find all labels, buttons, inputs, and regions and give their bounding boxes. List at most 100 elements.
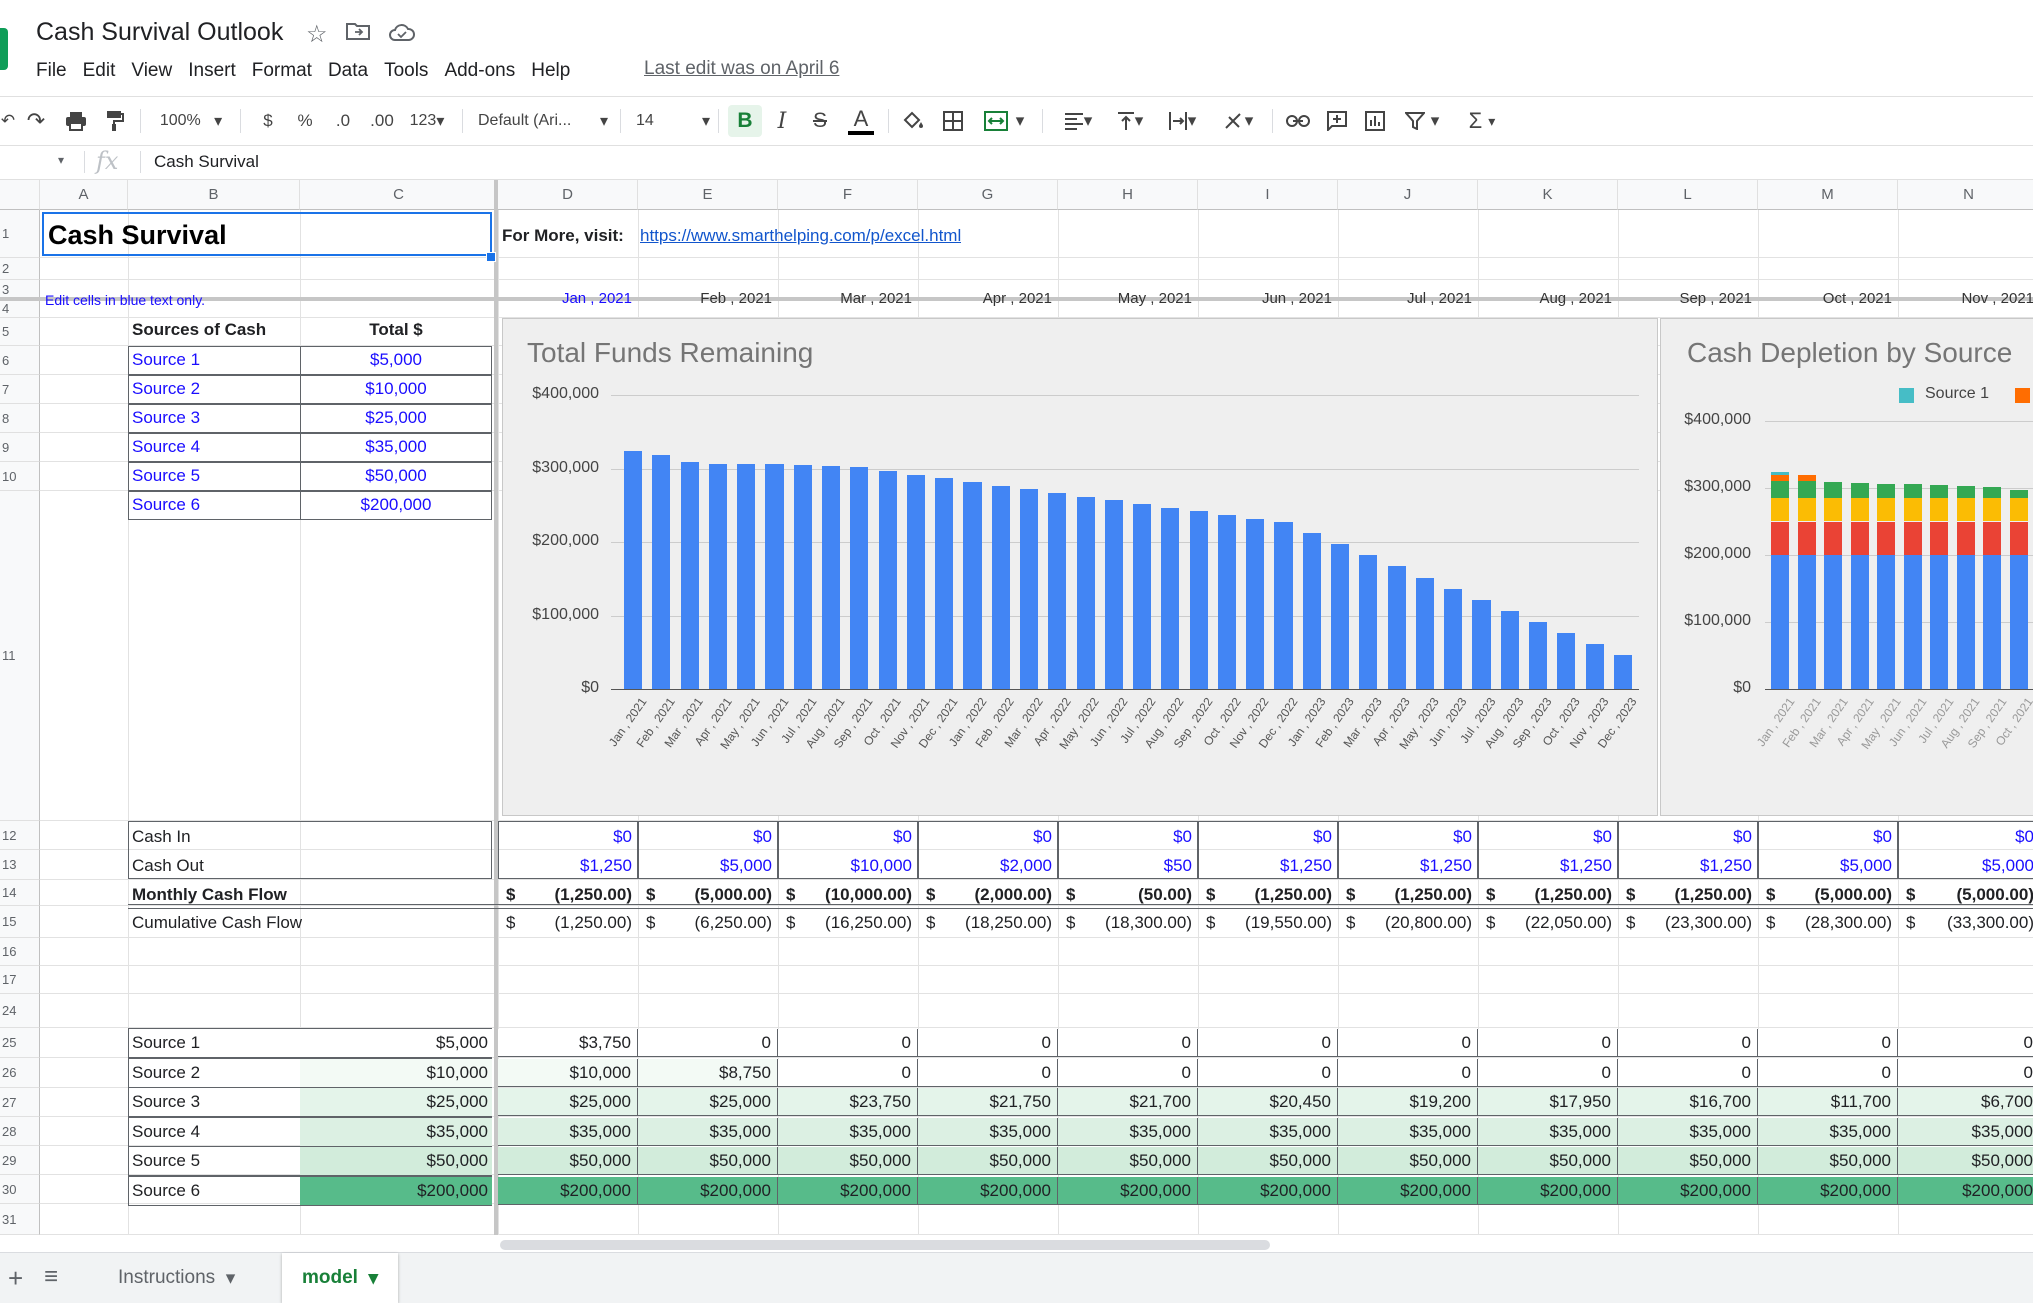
source-total-input[interactable]: $25,000 (300, 408, 492, 428)
select-all-corner[interactable] (0, 180, 40, 210)
merge-cells-icon[interactable]: ▾ (978, 105, 1030, 137)
cash-out-input[interactable]: $10,000 (778, 856, 912, 876)
sheet-tab-model[interactable]: model ▾ (282, 1253, 399, 1303)
last-edit-link[interactable]: Last edit was on April 6 (644, 58, 839, 80)
decrease-decimal-button[interactable]: .0 (330, 105, 356, 137)
row-header-14[interactable]: 14 (0, 880, 40, 906)
row-header-12[interactable]: 12 (0, 821, 40, 850)
column-header-k[interactable]: K (1478, 180, 1618, 210)
source-name-input[interactable]: Source 1 (132, 350, 200, 370)
total-funds-chart[interactable]: Total Funds Remaining $0 $100,000 $200,000 $… (502, 318, 1658, 816)
all-sheets-icon[interactable]: ≡ (44, 1263, 58, 1291)
cash-out-input[interactable]: $5,000 (1898, 856, 2033, 876)
text-rotation-icon[interactable]: ▾ (1214, 105, 1262, 137)
cash-in-input[interactable]: $0 (1478, 827, 1612, 847)
cloud-saved-icon[interactable] (388, 22, 416, 42)
row-header-30[interactable]: 30 (0, 1175, 40, 1204)
column-header-i[interactable]: I (1198, 180, 1338, 210)
cash-in-input[interactable]: $0 (1198, 827, 1332, 847)
cash-in-input[interactable]: $0 (1058, 827, 1192, 847)
cash-out-input[interactable]: $1,250 (1338, 856, 1472, 876)
column-header-n[interactable]: N (1898, 180, 2033, 210)
menu-insert[interactable]: Insert (180, 58, 244, 84)
insert-link-icon[interactable] (1284, 105, 1312, 137)
cash-out-input[interactable]: $1,250 (1478, 856, 1612, 876)
menu-format[interactable]: Format (244, 58, 320, 84)
undo-icon[interactable]: ↶ (0, 105, 16, 137)
more-formats-button[interactable]: 123 ▾ (404, 105, 450, 137)
cash-in-input[interactable]: $0 (918, 827, 1052, 847)
paint-format-icon[interactable] (102, 105, 128, 137)
cash-in-input[interactable]: $0 (638, 827, 772, 847)
redo-icon[interactable]: ↷ (24, 105, 48, 137)
format-currency-button[interactable]: $ (258, 105, 278, 137)
zoom-select[interactable]: 100% ▾ (156, 105, 226, 137)
cash-out-input[interactable]: $1,250 (498, 856, 632, 876)
more-info-link[interactable]: https://www.smarthelping.com/p/excel.htm… (640, 226, 961, 246)
row-header-9[interactable]: 9 (0, 433, 40, 462)
source-total-input[interactable]: $200,000 (300, 495, 492, 515)
formula-input[interactable]: Cash Survival (154, 152, 259, 172)
row-header-6[interactable]: 6 (0, 346, 40, 375)
source-total-input[interactable]: $5,000 (300, 350, 492, 370)
sheet-tab-instructions[interactable]: Instructions ▾ (98, 1253, 255, 1303)
font-size-select[interactable]: 14 ▾ (636, 105, 710, 137)
row-header-7[interactable]: 7 (0, 375, 40, 404)
bold-button[interactable]: B (728, 105, 762, 137)
column-header-b[interactable]: B (128, 180, 300, 210)
menu-file[interactable]: File (36, 58, 75, 84)
star-icon[interactable]: ☆ (306, 20, 328, 49)
increase-decimal-button[interactable]: .00 (366, 105, 398, 137)
row-header-29[interactable]: 29 (0, 1146, 40, 1175)
column-header-m[interactable]: M (1758, 180, 1898, 210)
row-header-1[interactable]: 1 (0, 210, 40, 258)
menu-add-ons[interactable]: Add-ons (436, 58, 523, 84)
cash-out-input[interactable]: $1,250 (1198, 856, 1332, 876)
column-header-e[interactable]: E (638, 180, 778, 210)
cash-in-input[interactable]: $0 (1338, 827, 1472, 847)
source-total-input[interactable]: $50,000 (300, 466, 492, 486)
menu-data[interactable]: Data (320, 58, 376, 84)
italic-button[interactable]: I (770, 105, 794, 137)
row-header-10[interactable]: 10 (0, 462, 40, 491)
cash-in-input[interactable]: $0 (1898, 827, 2033, 847)
row-header-17[interactable]: 17 (0, 966, 40, 994)
column-header-f[interactable]: F (778, 180, 918, 210)
name-box-dropdown-icon[interactable]: ▾ (58, 153, 64, 167)
row-header-5[interactable]: 5 (0, 318, 40, 346)
cash-in-input[interactable]: $0 (1618, 827, 1752, 847)
row-header-26[interactable]: 26 (0, 1058, 40, 1088)
column-header-c[interactable]: C (300, 180, 498, 210)
strikethrough-button[interactable]: S (808, 105, 832, 137)
row-header-15[interactable]: 15 (0, 906, 40, 938)
cash-out-input[interactable]: $5,000 (1758, 856, 1892, 876)
text-wrapping-icon[interactable]: ▾ (1160, 105, 1204, 137)
row-header-27[interactable]: 27 (0, 1088, 40, 1117)
row-header-24[interactable]: 24 (0, 994, 40, 1028)
font-family-select[interactable]: Default (Ari... ▾ (478, 105, 608, 137)
menu-help[interactable]: Help (523, 58, 578, 84)
row-header-25[interactable]: 25 (0, 1028, 40, 1058)
source-total-input[interactable]: $10,000 (300, 379, 492, 399)
column-header-h[interactable]: H (1058, 180, 1198, 210)
cash-out-input[interactable]: $2,000 (918, 856, 1052, 876)
move-to-folder-icon[interactable] (346, 22, 370, 40)
row-header-2[interactable]: 2 (0, 258, 40, 280)
cash-depletion-chart[interactable]: Cash Depletion by Source Source 1 $0 $100,0… (1660, 318, 2033, 816)
insert-comment-icon[interactable] (1324, 105, 1350, 137)
cash-in-input[interactable]: $0 (778, 827, 912, 847)
row-header-4[interactable]: 4 (0, 300, 40, 318)
horizontal-scrollbar[interactable] (500, 1240, 1270, 1250)
cash-out-input[interactable]: $50 (1058, 856, 1192, 876)
document-title[interactable]: Cash Survival Outlook (36, 18, 283, 47)
source-total-input[interactable]: $35,000 (300, 437, 492, 457)
column-header-l[interactable]: L (1618, 180, 1758, 210)
cash-out-input[interactable]: $5,000 (638, 856, 772, 876)
row-header-13[interactable]: 13 (0, 850, 40, 880)
row-header-28[interactable]: 28 (0, 1117, 40, 1146)
sheets-logo-icon[interactable] (0, 28, 8, 70)
spreadsheet-grid[interactable]: A B C D E F G H I J K L M N 1 2 3 4 5 6 7 8 9 10 11 12 13 14 15 16 17 2… (0, 180, 2033, 1235)
source-name-input[interactable]: Source 5 (132, 466, 200, 486)
row-header-31[interactable]: 31 (0, 1204, 40, 1235)
column-header-j[interactable]: J (1338, 180, 1478, 210)
